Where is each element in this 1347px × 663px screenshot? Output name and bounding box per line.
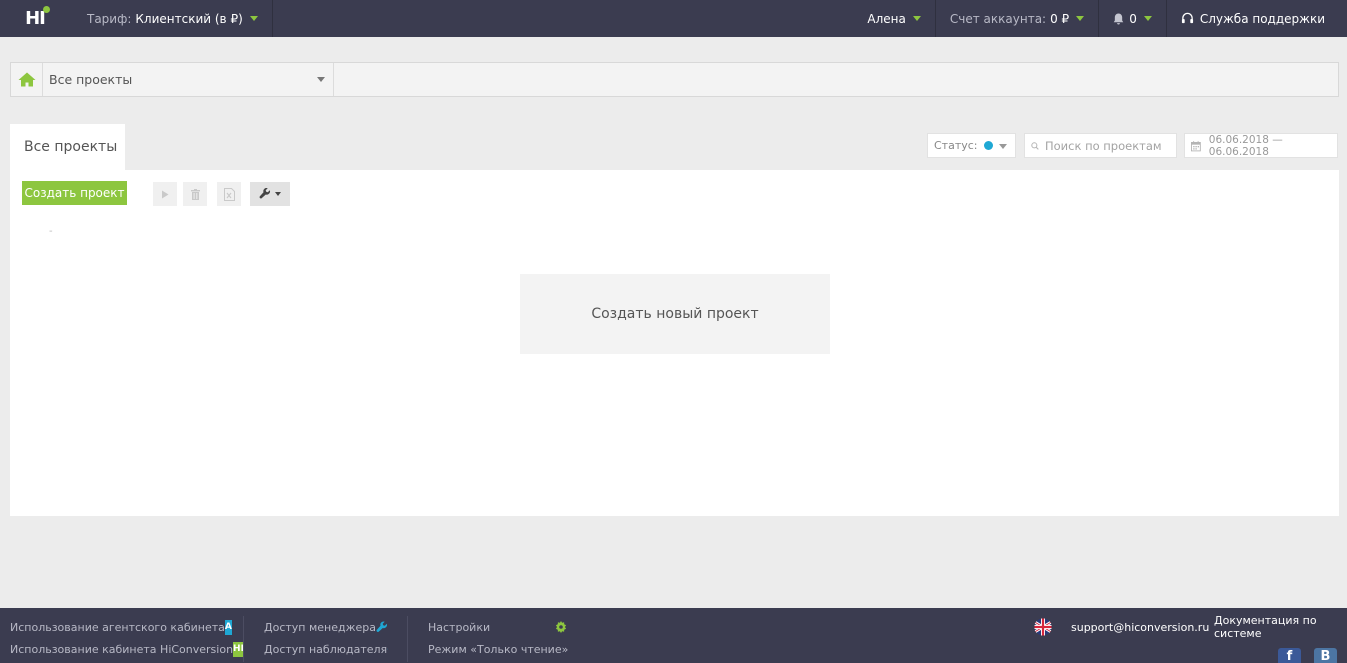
date-range-picker[interactable]: 06.06.2018 — 06.06.2018: [1184, 133, 1338, 158]
logo[interactable]: HI: [0, 0, 70, 37]
logo-text: HI: [25, 8, 46, 29]
eye-icon: [387, 648, 388, 650]
projects-panel: Создать проект - Создать новый проект: [10, 170, 1339, 516]
search-input[interactable]: [1045, 138, 1170, 153]
status-label: Статус:: [934, 139, 978, 152]
support-link[interactable]: Служба поддержки: [1165, 0, 1347, 37]
wrench-icon: [259, 188, 271, 199]
documentation-link[interactable]: Документация по системе: [1214, 614, 1347, 640]
observer-access-row[interactable]: Доступ наблюдателя: [264, 638, 388, 660]
breadcrumb: Все проекты: [10, 62, 1339, 97]
tariff-value: Клиентский (в ₽): [135, 11, 243, 26]
hi-usage-label: Использование кабинета HiConversion: [10, 642, 234, 656]
language-switch[interactable]: [1034, 616, 1052, 638]
readonly-mode-row[interactable]: Режим «Только чтение»: [428, 638, 569, 660]
status-dot: [983, 141, 993, 150]
status-filter[interactable]: Статус:: [927, 133, 1016, 158]
chevron-down-icon: [317, 77, 325, 82]
chevron-down-icon: [1076, 16, 1085, 21]
create-new-project-card[interactable]: Создать новый проект: [520, 274, 830, 354]
play-icon: [162, 190, 169, 198]
footer-usage-column: Использование агентского кабинета A Испо…: [10, 616, 244, 661]
tariff-dropdown[interactable]: Тариф: Клиентский (в ₽): [70, 0, 273, 37]
hi-usage-row[interactable]: Использование кабинета HiConversion HI: [10, 638, 244, 660]
user-menu[interactable]: Алена: [853, 0, 934, 37]
date-range-value: 06.06.2018 — 06.06.2018: [1208, 133, 1283, 158]
support-label: Служба поддержки: [1199, 11, 1325, 26]
chevron-down-icon: [912, 16, 921, 21]
logo-dot: [43, 6, 50, 13]
chevron-down-icon: [1143, 16, 1152, 21]
notifications-count: 0: [1129, 11, 1137, 26]
footer-divider: [243, 616, 244, 662]
support-email-link[interactable]: support@hiconversion.ru: [1071, 616, 1209, 638]
uk-flag-icon: [1034, 618, 1052, 636]
facebook-link[interactable]: f: [1278, 648, 1301, 663]
chevron-down-icon: [275, 192, 281, 196]
create-new-project-label: Создать новый проект: [591, 306, 759, 322]
gear-icon: [555, 621, 567, 633]
wrench-icon: [376, 620, 388, 632]
settings-row[interactable]: Настройки: [428, 616, 567, 638]
search-box[interactable]: [1024, 133, 1177, 158]
observer-access-label: Доступ наблюдателя: [264, 642, 388, 656]
home-button[interactable]: [11, 63, 43, 96]
account-label: Счет аккаунта:: [949, 11, 1047, 26]
project-select-value: Все проекты: [49, 72, 133, 87]
play-button[interactable]: [153, 182, 177, 206]
create-project-button[interactable]: Создать проект: [22, 181, 127, 205]
user-name: Алена: [867, 11, 906, 26]
chevron-down-icon: [249, 16, 258, 21]
top-bar: HI Тариф: Клиентский (в ₽) Алена Счет ак…: [0, 0, 1347, 37]
facebook-icon: f: [1286, 649, 1293, 663]
export-excel-button[interactable]: [217, 182, 241, 206]
excel-file-icon: [223, 187, 235, 201]
footer-access-column: Доступ менеджера Доступ наблюдателя: [264, 616, 388, 661]
tariff-label: Тариф:: [87, 11, 132, 26]
tab-label: Все проекты: [24, 139, 118, 155]
search-icon: [1031, 141, 1039, 150]
manager-access-label: Доступ менеджера: [264, 620, 377, 634]
settings-label: Настройки: [428, 620, 491, 634]
account-balance[interactable]: Счет аккаунта: 0 ₽: [934, 0, 1098, 37]
headset-icon: [1181, 12, 1193, 24]
footer-settings-column: Настройки Режим «Только чтение»: [428, 616, 569, 661]
agent-usage-label: Использование агентского кабинета: [10, 620, 225, 634]
notifications-button[interactable]: 0: [1098, 0, 1166, 37]
footer: Использование агентского кабинета A Испо…: [0, 608, 1347, 663]
vk-icon: В: [1320, 649, 1331, 663]
project-select[interactable]: Все проекты: [43, 63, 334, 96]
home-icon: [18, 72, 35, 87]
placeholder-dash: -: [49, 226, 53, 237]
manager-access-row[interactable]: Доступ менеджера: [264, 616, 388, 638]
delete-button[interactable]: [183, 182, 207, 206]
agent-usage-row[interactable]: Использование агентского кабинета A: [10, 616, 232, 638]
footer-divider: [407, 616, 408, 662]
tab-all-projects[interactable]: Все проекты: [10, 124, 125, 171]
readonly-mode-label: Режим «Только чтение»: [428, 642, 569, 656]
trash-icon: [190, 188, 200, 200]
tools-dropdown-button[interactable]: [250, 182, 290, 206]
calendar-icon: [1191, 140, 1201, 151]
bell-icon: [1113, 13, 1124, 24]
agent-badge: A: [224, 619, 232, 635]
chevron-down-icon: [999, 144, 1007, 149]
account-value: 0 ₽: [1050, 11, 1070, 26]
vk-link[interactable]: В: [1314, 648, 1337, 663]
